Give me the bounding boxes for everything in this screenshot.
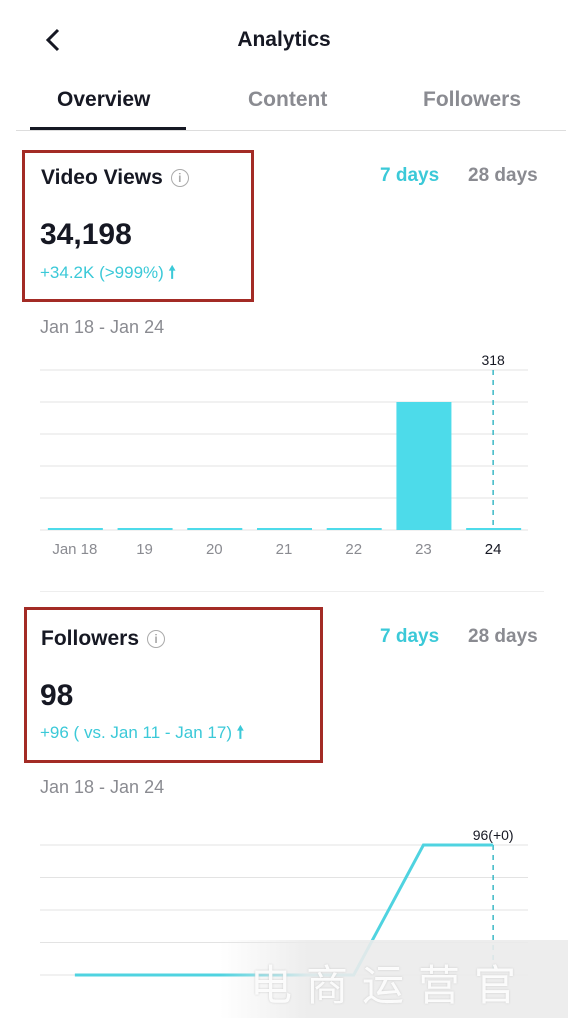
- x-tick-label: 24: [485, 541, 502, 558]
- video-views-delta: +34.2K (>999%) 🠕: [40, 260, 176, 289]
- bar-24: [466, 528, 522, 530]
- page-title: Analytics: [237, 28, 331, 51]
- analytics-screen: Analytics Overview Content Followers Vid…: [0, 0, 568, 1018]
- bar-22: [326, 528, 382, 530]
- video-views-chart: 318 Jan 18 19 20 21 22 23 24: [40, 352, 528, 558]
- followers-delta-text: +96 ( vs. Jan 11 - Jan 17): [40, 723, 232, 742]
- tab-content[interactable]: Content: [248, 88, 327, 112]
- bar-Jan 18: [47, 528, 103, 530]
- followers-value: 98: [40, 679, 74, 712]
- video-views-date-range: Jan 18 - Jan 24: [40, 317, 165, 337]
- followers-date-range: Jan 18 - Jan 24: [40, 777, 165, 797]
- bar-20: [187, 528, 243, 530]
- video-views-7-days[interactable]: 7 days: [380, 165, 439, 187]
- bar-23: [396, 402, 452, 530]
- info-icon[interactable]: i: [147, 630, 166, 649]
- x-tick-label: 20: [206, 541, 223, 558]
- followers-delta: +96 ( vs. Jan 11 - Jan 17) 🠕: [40, 720, 244, 749]
- followers-28-days[interactable]: 28 days: [468, 626, 538, 648]
- x-tick-label: 21: [276, 541, 293, 558]
- info-icon[interactable]: i: [170, 169, 189, 188]
- followers-title: Followers i: [41, 627, 166, 651]
- x-tick-label: 19: [136, 541, 153, 558]
- video-views-28-days[interactable]: 28 days: [468, 165, 538, 187]
- x-tick-label: 23: [415, 541, 432, 558]
- x-tick-label: Jan 18: [52, 541, 97, 558]
- video-views-delta-text: +34.2K (>999%): [40, 263, 164, 282]
- selected-value-label: 96(+0): [473, 827, 514, 843]
- watermark: 电商运营官: [250, 961, 531, 1010]
- video-views-title: Video Views i: [41, 166, 189, 190]
- bar-19: [117, 528, 173, 530]
- tab-followers[interactable]: Followers: [423, 88, 521, 112]
- selected-value-label: 318: [481, 352, 505, 368]
- arrow-up-icon: 🠕: [236, 723, 245, 742]
- tab-overview[interactable]: Overview: [57, 88, 150, 112]
- video-views-label: Video Views: [41, 166, 163, 189]
- followers-7-days[interactable]: 7 days: [380, 626, 439, 648]
- video-views-value: 34,198: [40, 218, 132, 251]
- followers-label: Followers: [41, 627, 140, 650]
- arrow-up-icon: 🠕: [168, 263, 176, 282]
- x-tick-label: 22: [345, 541, 362, 558]
- tab-divider: [16, 130, 566, 131]
- bar-21: [257, 528, 312, 530]
- section-divider: [40, 591, 544, 592]
